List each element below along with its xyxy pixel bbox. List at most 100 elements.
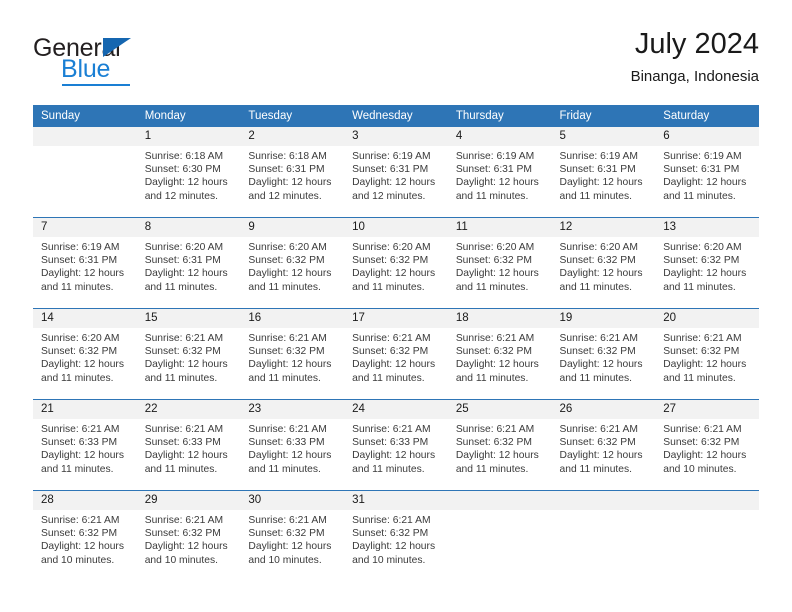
day-sun-info: Sunrise: 6:21 AM Sunset: 6:32 PM Daylight:… [137, 510, 241, 567]
calendar-day-cell[interactable]: 8 Sunrise: 6:20 AM Sunset: 6:31 PM Daylight… [136, 217, 241, 309]
calendar-day-cell[interactable]: 22 Sunrise: 6:21 AM Sunset: 6:33 PM Dayligh… [136, 399, 241, 491]
day-cell-inner: 29 Sunrise: 6:21 AM Sunset: 6:32 PM Dayligh… [136, 491, 241, 581]
sunrise-time: Sunrise: 6:21 AM [663, 333, 742, 344]
sunrise-time: Sunrise: 6:21 AM [352, 333, 431, 344]
day-sun-info: Sunrise: 6:21 AM Sunset: 6:32 PM Daylight:… [137, 328, 241, 385]
day-cell-inner: 11 Sunrise: 6:20 AM Sunset: 6:32 PM Dayligh… [447, 218, 552, 308]
calendar-day-cell[interactable]: 20 Sunrise: 6:21 AM Sunset: 6:32 PM Dayligh… [655, 308, 759, 400]
daylight-duration-line2: and 11 minutes. [352, 281, 425, 293]
calendar-day-cell[interactable]: 10 Sunrise: 6:20 AM Sunset: 6:32 PM Dayligh… [344, 217, 448, 309]
day-sun-info: Sunrise: 6:20 AM Sunset: 6:32 PM Daylight:… [552, 237, 656, 294]
daylight-duration-line1: Daylight: 12 hours [455, 268, 539, 280]
calendar-day-cell[interactable]: 24 Sunrise: 6:21 AM Sunset: 6:33 PM Dayligh… [344, 399, 448, 491]
title-block: July 2024 Binanga, Indonesia [631, 26, 759, 88]
daylight-duration-line1: Daylight: 12 hours [144, 450, 228, 462]
calendar-day-cell[interactable]: 6 Sunrise: 6:19 AM Sunset: 6:31 PM Daylight… [655, 127, 759, 218]
day-cell-inner: 13 Sunrise: 6:20 AM Sunset: 6:32 PM Dayligh… [655, 218, 759, 308]
sunrise-time: Sunrise: 6:19 AM [559, 151, 638, 162]
day-number: 1 [136, 127, 241, 146]
day-sun-info: Sunrise: 6:21 AM Sunset: 6:33 PM Daylight:… [33, 419, 137, 476]
sunset-time: Sunset: 6:33 PM [41, 437, 118, 449]
logo-text-blue: Blue [61, 55, 111, 83]
calendar-day-cell[interactable]: 14 Sunrise: 6:20 AM Sunset: 6:32 PM Dayligh… [33, 308, 137, 400]
day-sun-info: Sunrise: 6:20 AM Sunset: 6:32 PM Daylight:… [344, 237, 448, 294]
calendar-day-cell[interactable]: 2 Sunrise: 6:18 AM Sunset: 6:31 PM Daylight… [240, 127, 345, 218]
day-cell-inner: 24 Sunrise: 6:21 AM Sunset: 6:33 PM Dayligh… [344, 400, 448, 490]
sunrise-time: Sunrise: 6:21 AM [352, 515, 431, 526]
day-number: 29 [136, 491, 241, 510]
general-blue-logo[interactable]: General Blue [33, 34, 233, 90]
calendar-week-row: 21 Sunrise: 6:21 AM Sunset: 6:33 PM Dayligh… [33, 399, 759, 491]
calendar-day-cell[interactable]: 13 Sunrise: 6:20 AM Sunset: 6:32 PM Dayligh… [655, 217, 759, 309]
day-number: 10 [344, 218, 448, 237]
calendar-day-cell[interactable]: 12 Sunrise: 6:20 AM Sunset: 6:32 PM Dayligh… [551, 217, 656, 309]
sunrise-time: Sunrise: 6:20 AM [144, 242, 224, 253]
weekday-header-tuesday: Tuesday [240, 105, 345, 127]
calendar-day-cell[interactable]: 9 Sunrise: 6:20 AM Sunset: 6:32 PM Daylight… [240, 217, 345, 309]
calendar-day-cell[interactable]: 19 Sunrise: 6:21 AM Sunset: 6:32 PM Dayligh… [551, 308, 656, 400]
weekday-header-monday: Monday [136, 105, 241, 127]
daylight-duration-line2: and 11 minutes. [144, 463, 218, 475]
calendar-day-cell[interactable]: 1 Sunrise: 6:18 AM Sunset: 6:30 PM Daylight… [136, 127, 241, 218]
day-cell-inner: 26 Sunrise: 6:21 AM Sunset: 6:32 PM Dayligh… [551, 400, 656, 490]
page-title: July 2024 [634, 28, 759, 60]
day-sun-info: Sunrise: 6:21 AM Sunset: 6:33 PM Daylight:… [344, 419, 448, 476]
calendar-day-cell[interactable]: 18 Sunrise: 6:21 AM Sunset: 6:32 PM Dayligh… [447, 308, 552, 400]
calendar-day-cell[interactable]: 26 Sunrise: 6:21 AM Sunset: 6:32 PM Dayligh… [551, 399, 656, 491]
calendar-day-cell[interactable]: 7 Sunrise: 6:19 AM Sunset: 6:31 PM Daylight… [33, 217, 137, 309]
daylight-duration-line1: Daylight: 12 hours [663, 268, 747, 280]
calendar-day-cell[interactable]: 16 Sunrise: 6:21 AM Sunset: 6:32 PM Dayligh… [240, 308, 345, 400]
calendar-day-cell[interactable]: 17 Sunrise: 6:21 AM Sunset: 6:32 PM Dayligh… [344, 308, 448, 400]
daylight-duration-line1: Daylight: 12 hours [248, 268, 332, 280]
sunrise-time: Sunrise: 6:20 AM [352, 242, 431, 253]
day-number: 22 [136, 400, 241, 419]
calendar-day-cell[interactable]: 11 Sunrise: 6:20 AM Sunset: 6:32 PM Dayligh… [447, 217, 552, 309]
daylight-duration-line1: Daylight: 12 hours [352, 541, 436, 553]
sunset-time: Sunset: 6:31 PM [455, 164, 532, 176]
sunrise-time: Sunrise: 6:20 AM [663, 242, 742, 253]
calendar-day-cell[interactable]: 27 Sunrise: 6:21 AM Sunset: 6:32 PM Dayligh… [655, 399, 759, 491]
sunrise-time: Sunrise: 6:21 AM [248, 515, 327, 526]
day-number: 8 [136, 218, 241, 237]
day-sun-info: Sunrise: 6:21 AM Sunset: 6:32 PM Daylight:… [240, 328, 344, 385]
calendar-day-cell[interactable]: 30 Sunrise: 6:21 AM Sunset: 6:32 PM Dayligh… [240, 490, 345, 581]
daylight-duration-line2: and 11 minutes. [559, 190, 633, 202]
sunset-time: Sunset: 6:32 PM [455, 346, 532, 358]
calendar-day-cell[interactable]: 25 Sunrise: 6:21 AM Sunset: 6:32 PM Dayligh… [447, 399, 552, 491]
calendar-day-cell[interactable]: 3 Sunrise: 6:19 AM Sunset: 6:31 PM Daylight… [344, 127, 448, 218]
calendar-day-cell[interactable]: 4 Sunrise: 6:19 AM Sunset: 6:31 PM Daylight… [447, 127, 552, 218]
sunrise-time: Sunrise: 6:20 AM [41, 333, 120, 344]
daylight-duration-line1: Daylight: 12 hours [144, 359, 228, 371]
day-cell-inner: 23 Sunrise: 6:21 AM Sunset: 6:33 PM Dayligh… [240, 400, 345, 490]
sunset-time: Sunset: 6:31 PM [352, 164, 429, 176]
calendar-day-cell[interactable]: 31 Sunrise: 6:21 AM Sunset: 6:32 PM Dayligh… [344, 490, 448, 581]
calendar-day-cell[interactable]: 15 Sunrise: 6:21 AM Sunset: 6:32 PM Dayligh… [136, 308, 241, 400]
daylight-duration-line1: Daylight: 12 hours [455, 177, 539, 189]
calendar-day-cell-empty [447, 490, 552, 581]
calendar-day-cell[interactable]: 29 Sunrise: 6:21 AM Sunset: 6:32 PM Dayligh… [136, 490, 241, 581]
sunset-time: Sunset: 6:33 PM [248, 437, 325, 449]
sunrise-time: Sunrise: 6:21 AM [455, 424, 535, 435]
daylight-duration-line2: and 11 minutes. [559, 372, 633, 384]
daylight-duration-line2: and 10 minutes. [663, 463, 737, 475]
calendar-day-cell[interactable]: 21 Sunrise: 6:21 AM Sunset: 6:33 PM Dayligh… [33, 399, 137, 491]
daylight-duration-line2: and 12 minutes. [144, 190, 218, 202]
day-number: 6 [655, 127, 759, 146]
sunrise-time: Sunrise: 6:21 AM [663, 424, 742, 435]
day-number: 9 [240, 218, 345, 237]
calendar-grid: Sunday Monday Tuesday Wednesday Thursday Frid… [33, 105, 759, 581]
day-cell-inner: 6 Sunrise: 6:19 AM Sunset: 6:31 PM Daylight… [655, 127, 759, 217]
daylight-duration-line1: Daylight: 12 hours [41, 268, 124, 280]
sunset-time: Sunset: 6:32 PM [352, 255, 429, 267]
logo-underline [62, 84, 130, 86]
calendar-day-cell[interactable]: 5 Sunrise: 6:19 AM Sunset: 6:31 PM Daylight… [551, 127, 656, 218]
day-cell-inner [33, 127, 137, 217]
calendar-day-cell-empty [551, 490, 656, 581]
day-number: 4 [447, 127, 552, 146]
calendar-day-cell[interactable]: 28 Sunrise: 6:21 AM Sunset: 6:32 PM Dayligh… [33, 490, 137, 581]
daylight-duration-line1: Daylight: 12 hours [352, 359, 436, 371]
sunset-time: Sunset: 6:32 PM [455, 255, 532, 267]
day-cell-inner [551, 491, 656, 581]
daylight-duration-line2: and 11 minutes. [663, 372, 736, 384]
calendar-day-cell[interactable]: 23 Sunrise: 6:21 AM Sunset: 6:33 PM Dayligh… [240, 399, 345, 491]
